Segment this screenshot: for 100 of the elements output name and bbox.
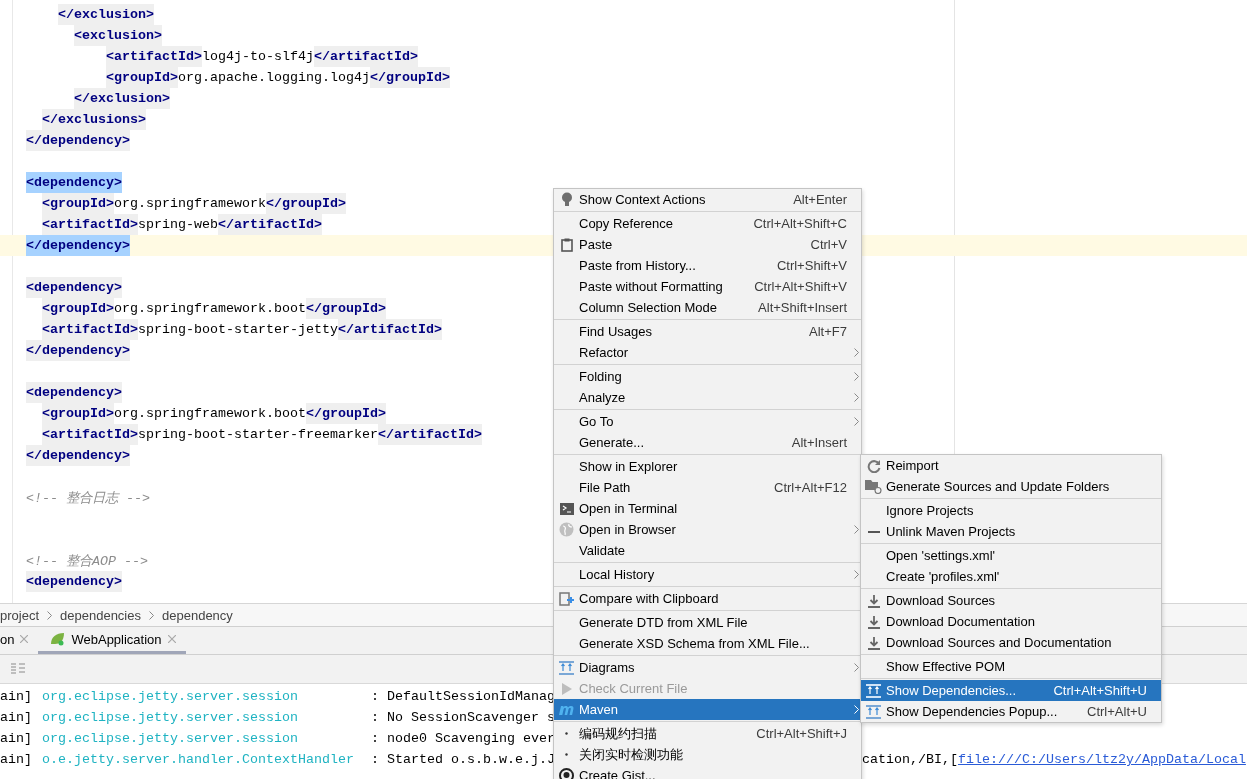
shortcut-label: Alt+Enter: [792, 192, 847, 207]
menu-item[interactable]: File Path Ctrl+Alt+F12: [554, 477, 861, 498]
menu-item[interactable]: Download Sources and Documentation: [861, 632, 1161, 653]
logger-name: org.eclipse.jetty.server.session: [42, 689, 299, 704]
xml-tag: <groupId>: [106, 67, 178, 88]
menu-item[interactable]: Download Documentation: [861, 611, 1161, 632]
tag-value: org.apache.logging.log4j: [178, 70, 370, 85]
tag-value: org.springframework: [114, 196, 266, 211]
xml-tag: <exclusion>: [74, 25, 162, 46]
xml-tag: <artifactId>: [42, 214, 138, 235]
menu-item[interactable]: Paste without Formatting Ctrl+Alt+Shift+V: [554, 276, 861, 297]
xml-tag: </dependency>: [26, 130, 130, 151]
menu-item[interactable]: Open in Terminal: [554, 498, 861, 519]
xml-tag: <artifactId>: [42, 319, 138, 340]
menu-item[interactable]: 关闭实时检测功能: [554, 744, 861, 765]
menu-item[interactable]: Show in Explorer: [554, 456, 861, 477]
menu-item[interactable]: Generate DTD from XML File: [554, 612, 861, 633]
xml-tag: <dependency>: [26, 382, 122, 403]
code-comment: <!-- 整合AOP -->: [26, 552, 148, 570]
menu-item[interactable]: Paste from History... Ctrl+Shift+V: [554, 255, 861, 276]
shortcut-label: Ctrl+Alt+Shift+V: [753, 279, 847, 294]
chevron-right-icon: [149, 610, 154, 620]
thread-name: ain]: [0, 752, 33, 767]
tag-value: org.springframework.boot: [114, 301, 306, 316]
menu-item[interactable]: Unlink Maven Projects: [861, 521, 1161, 542]
menu-item[interactable]: Folding: [554, 366, 861, 387]
tag-value: spring-web: [138, 217, 218, 232]
dot-icon: [565, 732, 568, 735]
logger-name: o.e.jetty.server.handler.ContextHandler: [42, 752, 355, 767]
xml-tag: <dependency>: [26, 172, 122, 193]
menu-item[interactable]: Analyze: [554, 387, 861, 408]
menu-item[interactable]: Generate XSD Schema from XML File...: [554, 633, 861, 654]
menu-item[interactable]: Diagrams: [554, 657, 861, 678]
menu-item[interactable]: Go To: [554, 411, 861, 432]
breadcrumb-item[interactable]: dependency: [162, 607, 233, 623]
spring-leaf-icon: [50, 632, 66, 646]
log-message: cation,/BI,[: [862, 752, 958, 767]
close-icon[interactable]: [167, 635, 176, 643]
menu-item[interactable]: Generate Sources and Update Folders: [861, 476, 1161, 497]
menu-item[interactable]: Column Selection Mode Alt+Shift+Insert: [554, 297, 861, 318]
tag-value: spring-boot-starter-freemarker: [138, 427, 378, 442]
menu-item[interactable]: Open in Browser: [554, 519, 861, 540]
shortcut-label: Ctrl+Shift+V: [775, 258, 847, 273]
soft-wrap-icon[interactable]: [11, 663, 25, 675]
shortcut-label: Ctrl+Alt+U: [1086, 704, 1147, 719]
menu-item[interactable]: Maven: [554, 699, 861, 720]
menu-item[interactable]: Reimport: [861, 455, 1161, 476]
logger-name: org.eclipse.jetty.server.session: [42, 731, 299, 746]
breadcrumb-item[interactable]: project: [0, 607, 40, 623]
maven-icon: [558, 703, 575, 716]
menu-item[interactable]: Ignore Projects: [861, 500, 1161, 521]
diagram-icon: [866, 683, 881, 698]
xml-tag: <dependency>: [26, 277, 122, 298]
tag-value: spring-boot-starter-jetty: [138, 322, 338, 337]
menu-item[interactable]: Show Effective POM: [861, 656, 1161, 677]
xml-tag: </artifactId>: [377, 424, 482, 445]
menu-item[interactable]: Open 'settings.xml': [861, 545, 1161, 566]
download-icon: [867, 593, 880, 608]
shortcut-label: Alt+F7: [808, 324, 847, 339]
xml-tag: <artifactId>: [42, 424, 138, 445]
logger-name: org.eclipse.jetty.server.session: [42, 710, 299, 725]
menu-item[interactable]: Validate: [554, 540, 861, 561]
thread-name: ain]: [0, 689, 33, 704]
menu-item[interactable]: Show Context Actions Alt+Enter: [554, 189, 861, 210]
menu-item[interactable]: Refactor: [554, 342, 861, 363]
xml-tag: <groupId>: [42, 403, 114, 424]
close-icon[interactable]: [20, 635, 29, 643]
xml-tag: <artifactId>: [106, 46, 202, 67]
shortcut-label: Alt+Shift+Insert: [757, 300, 847, 315]
minus-icon: [867, 530, 880, 533]
menu-item[interactable]: Local History: [554, 564, 861, 585]
reload-icon: [866, 458, 881, 473]
menu-item[interactable]: Copy Reference Ctrl+Alt+Shift+C: [554, 213, 861, 234]
xml-tag: </artifactId>: [313, 46, 418, 67]
menu-item[interactable]: Paste Ctrl+V: [554, 234, 861, 255]
thread-name: ain]: [0, 731, 33, 746]
xml-tag: </dependency>: [26, 340, 130, 361]
xml-tag: </groupId>: [305, 403, 386, 424]
tag-value: log4j-to-slf4j: [202, 49, 314, 64]
xml-tag: <groupId>: [42, 298, 114, 319]
menu-item[interactable]: Download Sources: [861, 590, 1161, 611]
xml-tag: </exclusion>: [58, 4, 154, 25]
menu-item[interactable]: 编码规约扫描 Ctrl+Alt+Shift+J: [554, 723, 861, 744]
menu-item[interactable]: Create 'profiles.xml': [861, 566, 1161, 587]
shortcut-label: Ctrl+Alt+F12: [773, 480, 847, 495]
breadcrumb-item[interactable]: dependencies: [60, 607, 141, 623]
shortcut-label: Ctrl+V: [809, 237, 847, 252]
menu-item[interactable]: Generate... Alt+Insert: [554, 432, 861, 453]
xml-tag: </groupId>: [369, 67, 450, 88]
xml-tag: </artifactId>: [337, 319, 442, 340]
lightbulb-icon: [560, 192, 573, 207]
menu-item[interactable]: Show Dependencies Popup... Ctrl+Alt+U: [861, 701, 1161, 722]
menu-item[interactable]: Find Usages Alt+F7: [554, 321, 861, 342]
file-link[interactable]: file:///C:/Users/ltz2y/AppData/Local: [958, 752, 1246, 767]
dot-icon: [565, 753, 568, 756]
download-icon: [867, 635, 880, 650]
menu-item[interactable]: Show Dependencies... Ctrl+Alt+Shift+U: [861, 680, 1161, 701]
run-tab[interactable]: on: [0, 627, 39, 654]
diagram-icon: [559, 660, 574, 675]
menu-item[interactable]: Compare with Clipboard: [554, 588, 861, 609]
